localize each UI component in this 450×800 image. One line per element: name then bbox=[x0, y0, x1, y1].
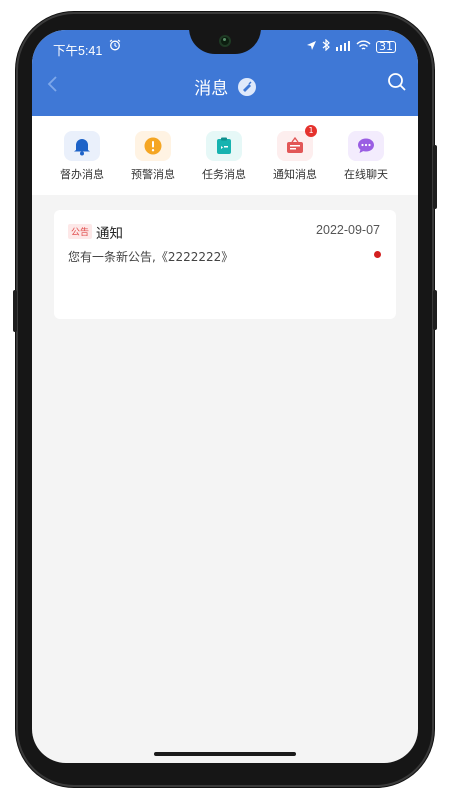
category-chat[interactable]: 在线聊天 bbox=[333, 116, 399, 182]
phone-side-button bbox=[433, 145, 437, 209]
message-title: 通知 bbox=[96, 226, 123, 242]
category-label: 通知消息 bbox=[273, 168, 317, 181]
chat-bubble-icon bbox=[358, 138, 374, 153]
message-body: 您有一条新公告,《2222222》 bbox=[68, 250, 234, 264]
category-label: 督办消息 bbox=[60, 168, 104, 181]
category-icon-bg bbox=[206, 131, 242, 161]
alarm-icon bbox=[109, 39, 121, 54]
signal-icon bbox=[335, 40, 351, 54]
wifi-icon bbox=[356, 40, 371, 54]
category-icon-bg bbox=[135, 131, 171, 161]
category-supervise[interactable]: 督办消息 bbox=[49, 116, 115, 182]
message-categories: 督办消息 预警消息 任务消息 1 通知消息 在线聊天 bbox=[32, 116, 418, 195]
category-icon-bg bbox=[348, 131, 384, 161]
status-icons: 31 bbox=[306, 38, 396, 54]
category-warning[interactable]: 预警消息 bbox=[120, 116, 186, 182]
phone-side-button bbox=[13, 290, 17, 332]
search-icon[interactable] bbox=[386, 71, 408, 93]
category-label: 任务消息 bbox=[202, 168, 246, 181]
category-label: 预警消息 bbox=[131, 168, 175, 181]
nav-bar: 消息 bbox=[32, 66, 418, 108]
clear-unread-icon[interactable] bbox=[237, 77, 256, 96]
category-task[interactable]: 任务消息 bbox=[191, 116, 257, 182]
bell-icon bbox=[74, 139, 90, 156]
front-camera bbox=[219, 35, 231, 47]
location-arrow-icon bbox=[306, 40, 317, 54]
phone-side-button bbox=[433, 290, 437, 330]
category-icon-bg: 1 bbox=[277, 125, 317, 161]
screen: 下午5:41 31 消息 督办消息 预警消息 任务消息 1 通知消息 在线聊天 … bbox=[32, 30, 418, 763]
notice-board-icon bbox=[287, 136, 303, 153]
page-title-wrap: 消息 bbox=[32, 74, 418, 99]
category-label: 在线聊天 bbox=[344, 168, 388, 181]
unread-badge: 1 bbox=[305, 125, 317, 137]
status-time: 下午5:41 bbox=[53, 44, 103, 58]
home-indicator[interactable] bbox=[154, 752, 296, 756]
category-icon-bg bbox=[64, 131, 100, 161]
message-date: 2022-09-07 bbox=[316, 223, 380, 237]
unread-dot bbox=[374, 251, 381, 258]
message-card[interactable]: 公告 通知 2022-09-07 您有一条新公告,《2222222》 bbox=[54, 210, 396, 319]
bluetooth-icon bbox=[322, 38, 330, 54]
page-title: 消息 bbox=[194, 79, 229, 99]
battery-icon: 31 bbox=[376, 40, 396, 53]
category-notice[interactable]: 1 通知消息 bbox=[262, 116, 328, 182]
clipboard-icon bbox=[217, 137, 231, 154]
warning-icon bbox=[144, 137, 162, 155]
announcement-tag: 公告 bbox=[68, 224, 93, 239]
